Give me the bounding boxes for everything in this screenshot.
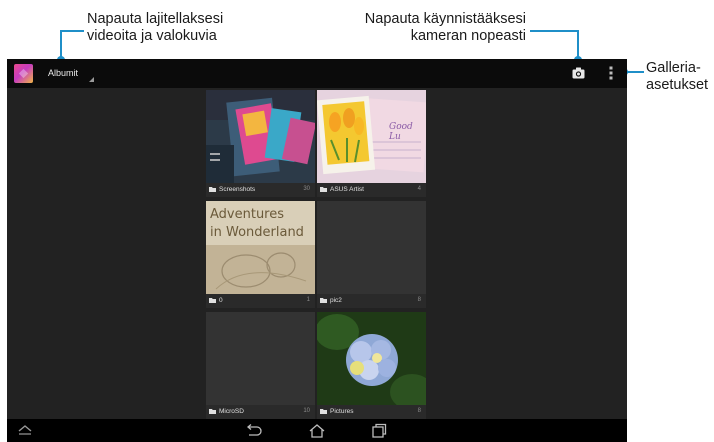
overflow-menu-icon[interactable] [609, 66, 613, 80]
leader-sort-vertical [60, 30, 62, 57]
album-thumbnail [206, 90, 315, 183]
album-footer: pic2 8 [317, 294, 426, 308]
recent-apps-icon[interactable] [371, 423, 387, 438]
album-count: 8 [417, 408, 421, 414]
album-thumbnail [317, 312, 426, 405]
folder-icon [320, 187, 327, 192]
gallery-app-icon[interactable] [14, 64, 33, 83]
back-icon[interactable] [245, 423, 263, 437]
home-icon[interactable] [308, 423, 326, 438]
album-count: 1 [306, 297, 310, 303]
album-sort-dropdown[interactable]: Albumit [48, 68, 78, 78]
callout-camera-line2: kameran nopeasti [410, 28, 526, 44]
album-name: Pictures [330, 408, 354, 415]
callout-settings-line1: Galleria- [646, 60, 701, 76]
album-footer: Pictures 8 [317, 405, 426, 419]
album-name: 0 [219, 297, 223, 304]
wonderland-line1: Adventures [210, 207, 285, 222]
callout-sort-line1: Napauta lajitellaksesi [87, 11, 224, 27]
wonderland-title: Adventures in Wonderland [210, 206, 304, 242]
album-name: ASUS Artist [330, 186, 364, 193]
callout-camera-line1: Napauta käynnistääksesi [364, 11, 526, 27]
collapse-icon[interactable] [17, 423, 33, 437]
album-count: 4 [417, 186, 421, 192]
album-footer: MicroSD 10 [206, 405, 315, 419]
callout-quick-camera: Napauta käynnistääksesi kameran nopeasti [365, 11, 526, 45]
album-tile-screenshots[interactable]: Screenshots 30 [206, 90, 315, 197]
album-count: 30 [303, 186, 310, 192]
callout-sort-albums: Napauta lajitellaksesi videoita ja valok… [87, 11, 223, 45]
card-text: Good Lu [389, 122, 413, 142]
callout-gallery-settings: Galleria- asetukset [646, 60, 708, 94]
folder-icon [320, 409, 327, 414]
callout-sort-line2: videoita ja valokuvia [87, 28, 217, 44]
album-name: pic2 [330, 297, 342, 304]
action-bar: Albumit [7, 59, 627, 88]
album-count: 8 [417, 297, 421, 303]
album-footer: Screenshots 30 [206, 183, 315, 197]
camera-icon[interactable] [572, 67, 585, 79]
album-tile-asus-artist[interactable]: Good Lu ASUS Artist 4 [317, 90, 426, 197]
system-nav-bar [7, 419, 627, 442]
folder-icon [209, 187, 216, 192]
wonderland-line2: in Wonderland [210, 225, 304, 240]
leader-camera-horizontal [530, 30, 578, 32]
leader-camera-vertical [577, 30, 579, 57]
folder-icon [209, 409, 216, 414]
dropdown-indicator-icon [89, 77, 94, 82]
album-tile-pictures[interactable]: Pictures 8 [317, 312, 426, 419]
leader-sort-horizontal [60, 30, 84, 32]
callout-settings-line2: asetukset [646, 77, 709, 93]
album-tile-microsd[interactable]: MicroSD 10 [206, 312, 315, 419]
folder-icon [320, 298, 327, 303]
album-name: Screenshots [219, 186, 256, 193]
album-count: 10 [303, 408, 310, 414]
album-name: MicroSD [219, 408, 244, 415]
album-footer: ASUS Artist 4 [317, 183, 426, 197]
album-tile-pic2[interactable]: pic2 8 [317, 201, 426, 308]
gallery-screen: Albumit Screenshots 30 Good Lu ASUS Arti… [7, 59, 627, 442]
album-tile-0[interactable]: Adventures in Wonderland 0 1 [206, 201, 315, 308]
folder-icon [209, 298, 216, 303]
album-footer: 0 1 [206, 294, 315, 308]
